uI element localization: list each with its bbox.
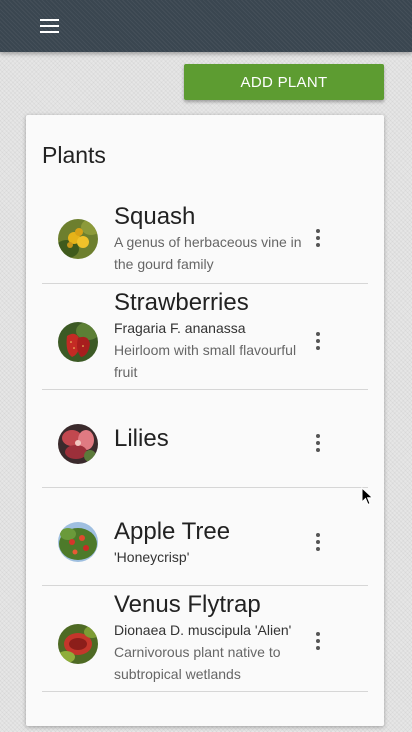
plant-list: Squash A genus of herbaceous vine in the… <box>42 198 368 692</box>
plant-description: Heirloom with small flavourful fruit <box>114 342 297 380</box>
venus-flytrap-photo <box>58 624 98 664</box>
plant-name: Venus Flytrap <box>114 591 261 618</box>
plant-list-item-apple-tree[interactable]: Apple Tree 'Honeycrisp' <box>42 488 368 586</box>
apple-tree-photo <box>58 522 98 562</box>
plant-list-item-lilies[interactable]: Lilies <box>42 390 368 488</box>
plant-text: Squash A genus of herbaceous vine in the… <box>114 203 304 275</box>
mouse-pointer-icon <box>361 486 375 507</box>
plant-name: Apple Tree <box>114 518 231 545</box>
plant-description: A genus of herbaceous vine in the gourd … <box>114 234 302 272</box>
more-vert-icon[interactable] <box>310 329 326 353</box>
more-vert-icon[interactable] <box>310 629 326 653</box>
plant-scientific-name: Fragaria F. ananassa <box>114 320 246 336</box>
plant-scientific-name: 'Honeycrisp' <box>114 549 190 565</box>
more-vert-icon[interactable] <box>310 226 326 250</box>
plant-text: Strawberries Fragaria F. ananassa Heirlo… <box>114 289 304 383</box>
plants-card: Plants Squash A genus of herbaceous vine… <box>26 115 384 726</box>
card-title: Plants <box>42 142 106 168</box>
plant-list-item-strawberries[interactable]: Strawberries Fragaria F. ananassa Heirlo… <box>42 284 368 390</box>
add-plant-button[interactable]: ADD PLANT <box>184 64 384 100</box>
lily-photo <box>58 424 98 464</box>
plant-text: Lilies <box>114 425 304 453</box>
hamburger-menu-icon[interactable] <box>38 15 62 37</box>
plant-name: Lilies <box>114 425 169 452</box>
strawberry-photo <box>58 322 98 362</box>
more-vert-icon[interactable] <box>310 431 326 455</box>
plant-scientific-name: Dionaea D. muscipula 'Alien' <box>114 622 292 638</box>
plant-text: Venus Flytrap Dionaea D. muscipula 'Alie… <box>114 591 304 685</box>
plant-text: Apple Tree 'Honeycrisp' <box>114 518 304 568</box>
plant-description: Carnivorous plant native to subtropical … <box>114 644 281 682</box>
plant-name: Squash <box>114 203 196 230</box>
squash-photo <box>58 219 98 259</box>
plant-name: Strawberries <box>114 289 249 316</box>
plant-list-item-venus-flytrap[interactable]: Venus Flytrap Dionaea D. muscipula 'Alie… <box>42 586 368 692</box>
app-bar <box>0 0 412 52</box>
more-vert-icon[interactable] <box>310 530 326 554</box>
plant-list-item-squash[interactable]: Squash A genus of herbaceous vine in the… <box>42 198 368 284</box>
